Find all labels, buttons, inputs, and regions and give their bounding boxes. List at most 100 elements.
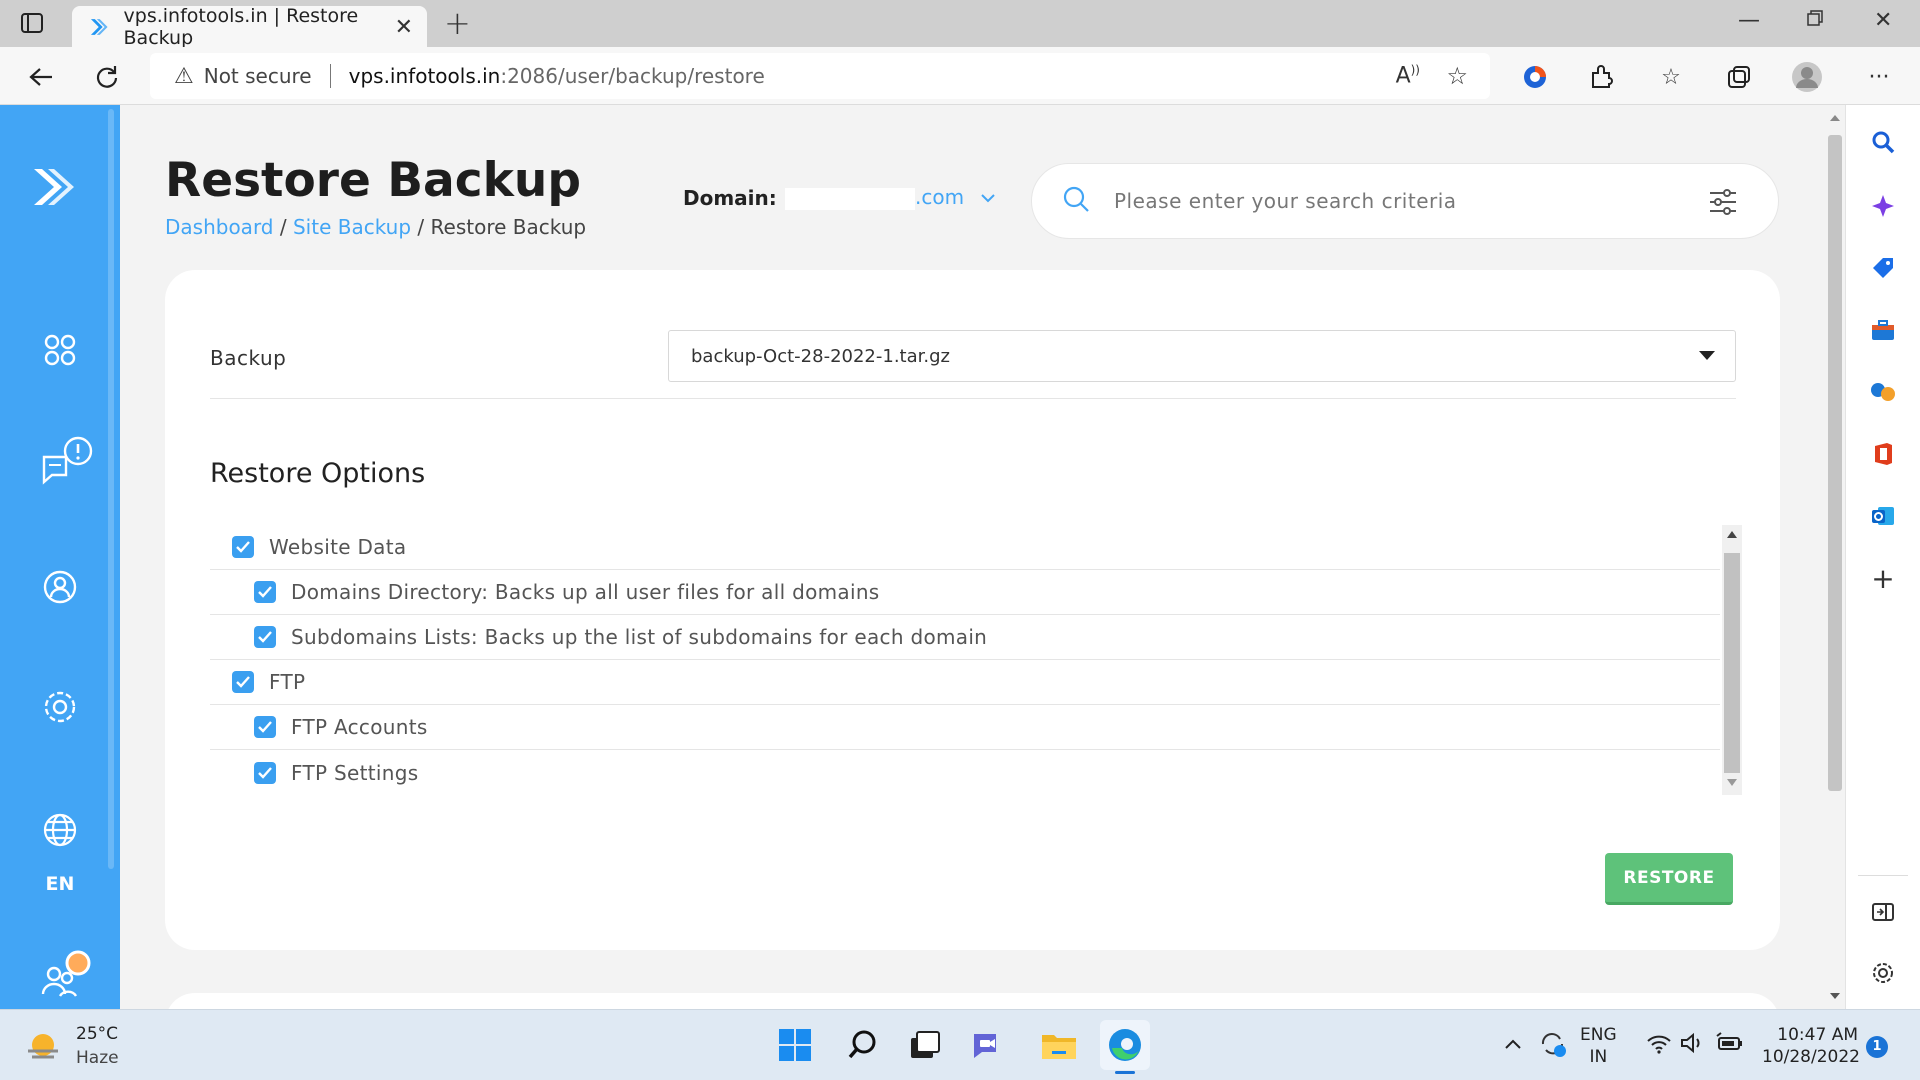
breadcrumb: Dashboard / Site Backup / Restore Backup: [165, 215, 586, 239]
address-bar[interactable]: ⚠ Not secure vps.infotools.in :2086/user…: [150, 53, 1490, 99]
search-placeholder[interactable]: Please enter your search criteria: [1114, 189, 1457, 213]
page-scrollbar[interactable]: [1825, 105, 1845, 1009]
edge-browser-icon[interactable]: [1100, 1020, 1150, 1074]
restore-window-icon[interactable]: [1806, 8, 1824, 33]
breadcrumb-site-backup-link[interactable]: Site Backup: [293, 215, 411, 239]
volume-icon[interactable]: [1680, 1032, 1706, 1060]
close-window-icon[interactable]: ✕: [1874, 8, 1892, 33]
backup-select[interactable]: backup-Oct-28-2022-1.tar.gz: [668, 330, 1736, 382]
copilot-sparkle-icon[interactable]: [1866, 189, 1900, 223]
tools-briefcase-icon[interactable]: [1866, 313, 1900, 347]
chevron-down-icon[interactable]: [980, 185, 996, 209]
search-box[interactable]: Please enter your search criteria: [1031, 163, 1779, 239]
users-notification-icon[interactable]: [38, 950, 92, 1000]
language-indicator[interactable]: ENG IN: [1580, 1024, 1617, 1068]
checkbox-checked[interactable]: [254, 716, 276, 738]
extensions-icon[interactable]: [1584, 60, 1618, 94]
sidebar-scroll-indicator[interactable]: [108, 109, 114, 869]
language-label[interactable]: EN: [0, 873, 120, 895]
restore-button[interactable]: RESTORE: [1605, 853, 1733, 905]
profile-avatar-icon[interactable]: [1790, 60, 1824, 94]
account-user-icon[interactable]: [40, 567, 80, 607]
secondary-card: [165, 993, 1780, 1009]
collections-icon[interactable]: [1722, 60, 1756, 94]
new-tab-button[interactable]: +: [444, 4, 471, 42]
options-scrollbar-thumb[interactable]: [1724, 553, 1740, 773]
page-scroll-up-icon[interactable]: [1830, 115, 1840, 121]
show-hidden-icons-chevron-icon[interactable]: [1504, 1034, 1522, 1056]
more-menu-icon[interactable]: ···: [1862, 60, 1896, 94]
reload-icon[interactable]: [90, 60, 124, 94]
page-scroll-down-icon[interactable]: [1830, 993, 1840, 999]
back-icon[interactable]: [24, 60, 58, 94]
close-tab-icon[interactable]: ✕: [395, 15, 413, 40]
option-row[interactable]: FTP Accounts: [210, 705, 1720, 750]
option-row[interactable]: FTP Settings: [210, 750, 1720, 795]
checkbox-checked[interactable]: [232, 671, 254, 693]
page-title: Restore Backup: [165, 153, 581, 208]
left-sidebar: EN: [0, 105, 120, 1009]
option-row[interactable]: FTP: [210, 660, 1720, 705]
logo-icon[interactable]: [28, 161, 80, 213]
weather-widget[interactable]: 25°C Haze: [24, 1022, 119, 1070]
add-sidebar-app-icon[interactable]: +: [1866, 561, 1900, 595]
checkbox-checked[interactable]: [254, 581, 276, 603]
filter-sliders-icon[interactable]: [1708, 188, 1738, 220]
tab-actions-icon[interactable]: [18, 10, 52, 38]
option-label: FTP: [269, 670, 306, 694]
checkbox-checked[interactable]: [254, 761, 276, 784]
language-globe-icon[interactable]: [40, 810, 80, 850]
domain-selector[interactable]: .com: [785, 185, 996, 210]
wifi-icon[interactable]: [1646, 1032, 1672, 1060]
breadcrumb-separator: /: [417, 215, 431, 239]
page-scrollbar-thumb[interactable]: [1828, 135, 1842, 791]
browser-tab-active[interactable]: vps.infotools.in | Restore Backup ✕: [72, 4, 427, 49]
search-icon[interactable]: [1866, 125, 1900, 159]
support-chat-icon[interactable]: [40, 435, 96, 487]
extension-colorful-icon[interactable]: [1518, 60, 1552, 94]
checkbox-checked[interactable]: [232, 536, 254, 558]
outlook-icon[interactable]: [1866, 499, 1900, 533]
sync-cloud-icon[interactable]: [1538, 1030, 1568, 1064]
games-icon[interactable]: [1866, 375, 1900, 409]
not-secure-label[interactable]: Not secure: [204, 64, 312, 88]
active-app-indicator: [1115, 1071, 1135, 1074]
shopping-tag-icon[interactable]: [1866, 251, 1900, 285]
add-favorite-icon[interactable]: ☆: [1446, 62, 1468, 90]
dashboard-grid-icon[interactable]: [40, 330, 80, 370]
favorites-icon[interactable]: ☆: [1654, 60, 1688, 94]
restore-options-list: Website Data Domains Directory: Backs up…: [210, 525, 1742, 795]
options-scrollbar[interactable]: [1722, 525, 1742, 795]
checkbox-checked[interactable]: [254, 626, 276, 648]
clock[interactable]: 10:47 AM 10/28/2022: [1762, 1024, 1860, 1068]
office-icon[interactable]: [1866, 437, 1900, 471]
breadcrumb-dashboard-link[interactable]: Dashboard: [165, 215, 274, 239]
dropdown-caret-icon[interactable]: [1699, 351, 1715, 360]
search-icon[interactable]: [1062, 185, 1090, 217]
read-aloud-icon[interactable]: A)): [1396, 63, 1420, 88]
file-explorer-icon[interactable]: [1034, 1020, 1084, 1070]
temperature: 25°C: [76, 1024, 119, 1044]
date: 10/28/2022: [1762, 1047, 1860, 1067]
sidebar-settings-gear-icon[interactable]: [1866, 956, 1900, 990]
minimize-icon[interactable]: —: [1738, 8, 1760, 33]
option-label: FTP Settings: [291, 760, 419, 785]
warning-icon[interactable]: ⚠: [174, 64, 194, 89]
backup-label: Backup: [210, 346, 287, 370]
tab-title: vps.infotools.in | Restore Backup: [123, 4, 359, 49]
hide-sidebar-icon[interactable]: [1866, 895, 1900, 929]
teams-chat-icon[interactable]: [962, 1020, 1012, 1070]
start-windows-icon[interactable]: [770, 1020, 820, 1070]
notification-badge[interactable]: 1: [1866, 1036, 1888, 1058]
settings-gear-icon[interactable]: [40, 687, 80, 727]
option-row[interactable]: Subdomains Lists: Backs up the list of s…: [210, 615, 1720, 660]
task-view-icon[interactable]: [900, 1020, 950, 1070]
scroll-up-arrow-icon[interactable]: [1727, 531, 1737, 538]
browser-tab-bar: vps.infotools.in | Restore Backup ✕ + — …: [0, 0, 1920, 49]
taskbar-search-icon[interactable]: [838, 1020, 888, 1070]
option-row[interactable]: Domains Directory: Backs up all user fil…: [210, 570, 1720, 615]
scroll-down-arrow-icon[interactable]: [1727, 779, 1737, 786]
option-label: Subdomains Lists: Backs up the list of s…: [291, 625, 988, 649]
option-row[interactable]: Website Data: [210, 525, 1720, 570]
battery-icon[interactable]: [1716, 1032, 1744, 1060]
